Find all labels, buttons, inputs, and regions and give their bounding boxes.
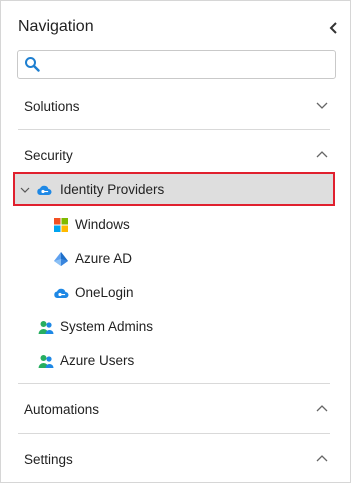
tree-item-windows[interactable]: Windows (50, 212, 250, 238)
section-solutions[interactable]: Solutions (18, 95, 330, 119)
section-settings[interactable]: Settings (18, 448, 330, 472)
windows-logo-icon (54, 218, 68, 232)
search-icon (25, 57, 40, 72)
tree-item-onelogin[interactable]: OneLogin (50, 280, 250, 306)
tree-item-label: OneLogin (75, 285, 134, 300)
tree-item-label: Windows (75, 217, 130, 232)
chevron-up-icon (316, 151, 328, 158)
chevron-down-icon[interactable] (20, 185, 30, 195)
tree-item-label: Azure Users (60, 353, 135, 368)
divider (18, 129, 330, 130)
section-automations-label: Automations (24, 402, 100, 417)
tree-item-label: Azure AD (75, 251, 133, 266)
tree-item-identity-providers[interactable]: Identity Providers (18, 177, 334, 203)
search-input[interactable] (46, 53, 330, 76)
section-security-label: Security (24, 148, 73, 163)
navigation-panel: Navigation Solutions Security Identity P… (0, 0, 351, 483)
section-security[interactable]: Security (18, 144, 330, 168)
users-icon (38, 355, 54, 368)
section-solutions-label: Solutions (24, 99, 80, 114)
azure-ad-icon (54, 252, 68, 266)
divider (18, 383, 330, 384)
chevron-down-icon (316, 102, 328, 109)
chevron-up-icon (316, 455, 328, 462)
tree-item-azure-users[interactable]: Azure Users (36, 348, 256, 374)
tree-item-azure-ad[interactable]: Azure AD (50, 246, 250, 272)
panel-title: Navigation (18, 18, 94, 35)
divider (18, 433, 330, 434)
tree-item-system-admins[interactable]: System Admins (36, 314, 256, 340)
chevron-up-icon (316, 405, 328, 412)
chevron-left-icon[interactable] (328, 21, 340, 35)
tree-item-label: Identity Providers (60, 182, 165, 197)
key-cloud-icon (37, 185, 52, 195)
users-icon (38, 321, 54, 334)
section-settings-label: Settings (24, 452, 73, 467)
key-cloud-icon (54, 288, 69, 298)
search-box[interactable] (17, 50, 336, 79)
tree-item-label: System Admins (60, 319, 154, 334)
section-automations[interactable]: Automations (18, 398, 330, 422)
